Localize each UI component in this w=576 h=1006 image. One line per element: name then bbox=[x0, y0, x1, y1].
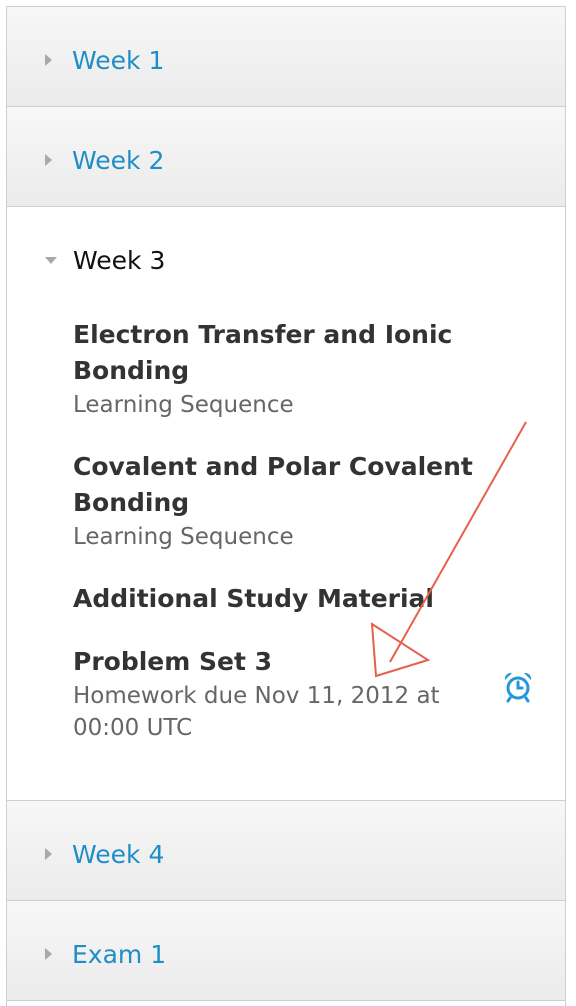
course-navigation: Week 1 Week 2 Week 3 Electron Transfer a… bbox=[6, 6, 566, 1006]
chapter-header[interactable]: Week 1 bbox=[45, 45, 164, 75]
chapter-exam-1[interactable]: Exam 1 bbox=[7, 901, 565, 1001]
chapter-header[interactable]: Week 4 bbox=[45, 839, 164, 869]
triangle-right-icon bbox=[45, 948, 52, 960]
chapter-title[interactable]: Week 1 bbox=[72, 46, 164, 75]
chapter-header[interactable]: Week 3 bbox=[45, 245, 165, 275]
chapter-week-1[interactable]: Week 1 bbox=[7, 7, 565, 107]
section-title[interactable]: Electron Transfer and Ionic Bonding bbox=[73, 317, 493, 389]
triangle-right-icon bbox=[45, 154, 52, 166]
chapter-header[interactable]: Week 2 bbox=[45, 145, 164, 175]
section-title[interactable]: Additional Study Material bbox=[73, 581, 493, 617]
triangle-right-icon bbox=[45, 848, 52, 860]
chapter-header[interactable]: Exam 1 bbox=[45, 939, 166, 969]
chapter-title[interactable]: Week 4 bbox=[72, 840, 164, 869]
chapter-title[interactable]: Exam 1 bbox=[72, 940, 166, 969]
section-title[interactable]: Covalent and Polar Covalent Bonding bbox=[73, 449, 493, 521]
section-subtitle: Learning Sequence bbox=[73, 524, 294, 550]
section-item-additional-study[interactable]: Additional Study Material bbox=[73, 581, 493, 617]
section-item-electron-transfer[interactable]: Electron Transfer and Ionic Bonding Lear… bbox=[73, 317, 493, 421]
section-item-covalent-bonding[interactable]: Covalent and Polar Covalent Bonding Lear… bbox=[73, 449, 493, 553]
triangle-down-icon bbox=[45, 256, 57, 264]
chapter-week-4[interactable]: Week 4 bbox=[7, 801, 565, 901]
section-item-problem-set-3[interactable]: Problem Set 3 Homework due Nov 11, 2012 … bbox=[73, 644, 493, 744]
chapter-week-3: Week 3 Electron Transfer and Ionic Bondi… bbox=[7, 207, 565, 801]
section-subtitle: Learning Sequence bbox=[73, 392, 294, 418]
alarm-clock-icon[interactable] bbox=[500, 668, 536, 704]
chapter-title[interactable]: Week 3 bbox=[73, 246, 165, 275]
chapter-title[interactable]: Week 2 bbox=[72, 146, 164, 175]
section-subtitle: Homework due Nov 11, 2012 at 00:00 UTC bbox=[73, 683, 440, 741]
section-title[interactable]: Problem Set 3 bbox=[73, 644, 493, 680]
chapter-week-2[interactable]: Week 2 bbox=[7, 107, 565, 207]
triangle-right-icon bbox=[45, 54, 52, 66]
